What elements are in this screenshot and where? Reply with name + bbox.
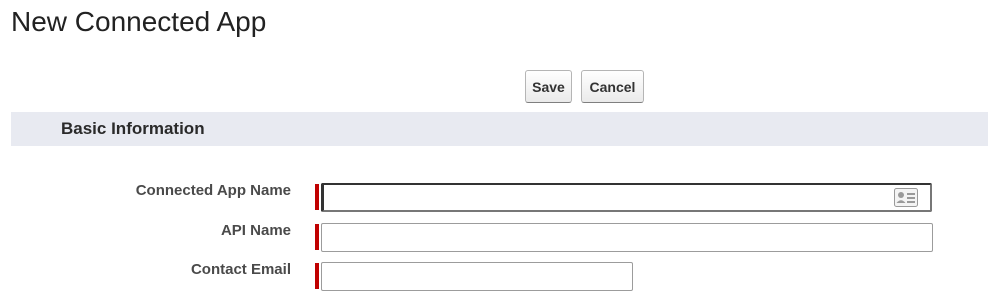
- basic-information-section-header: Basic Information: [11, 112, 988, 146]
- api-name-input[interactable]: [321, 223, 933, 252]
- contact-email-input[interactable]: [321, 262, 633, 291]
- contact-card-icon[interactable]: [894, 188, 918, 207]
- save-button[interactable]: Save: [525, 70, 572, 103]
- api-name-label: API Name: [220, 222, 291, 239]
- new-connected-app-page: New Connected App Save Cancel Basic Info…: [0, 0, 988, 298]
- cancel-button[interactable]: Cancel: [581, 70, 644, 103]
- required-marker: [315, 224, 319, 250]
- required-marker: [315, 263, 319, 289]
- section-title: Basic Information: [61, 119, 205, 138]
- required-marker: [315, 184, 319, 210]
- page-title: New Connected App: [11, 6, 267, 37]
- connected-app-name-input[interactable]: [321, 183, 932, 212]
- contact-email-label: Contact Email: [190, 261, 291, 278]
- connected-app-name-label: Connected App Name: [135, 182, 291, 199]
